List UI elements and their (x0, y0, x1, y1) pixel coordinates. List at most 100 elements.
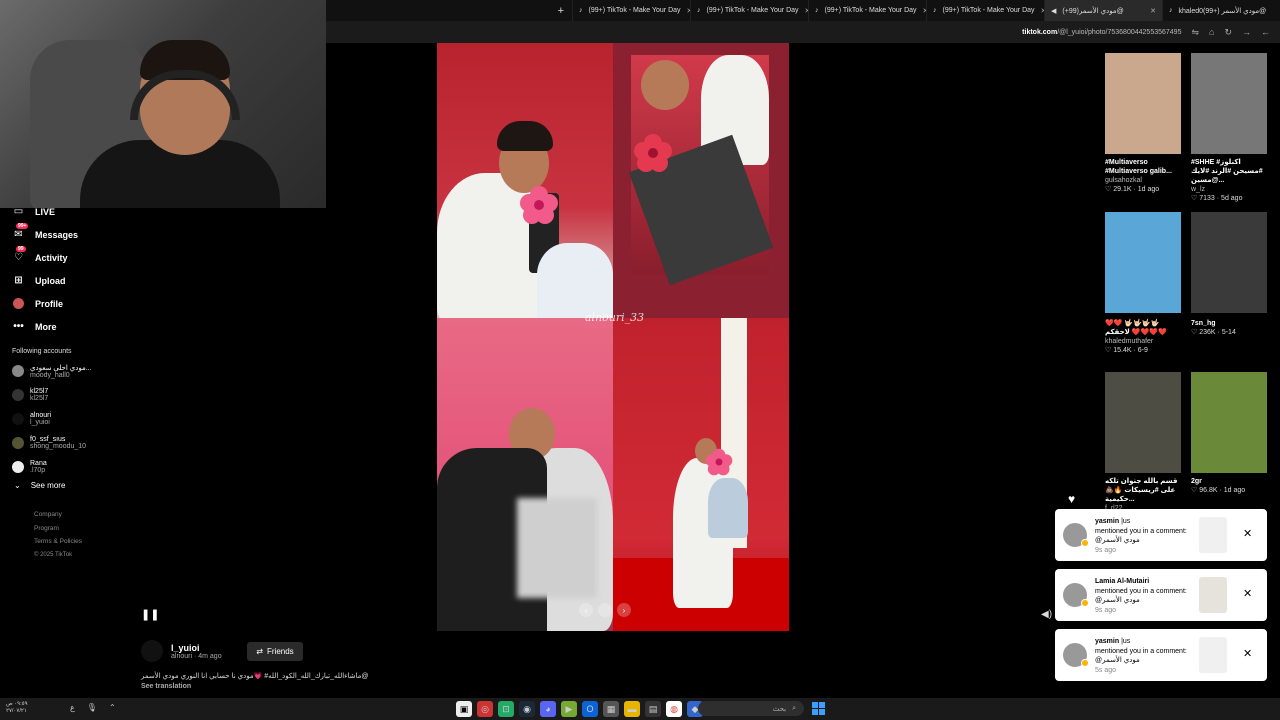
video-caption[interactable]: ❤️❤️ 🤟🏻🤟🏻🤟🏻🤟🏻 لاحقكم ❤️❤️❤️❤️ khaledmutha… (1105, 319, 1185, 355)
folder-icon[interactable]: ▬ (624, 701, 640, 717)
video-thumbnail[interactable] (1105, 372, 1181, 473)
volume-icon[interactable]: ◀) (1041, 609, 1052, 620)
tiktok-icon: ♪ (1169, 7, 1173, 14)
browser-tab[interactable]: ♪(99+) TikTok - Make Your Day✕ (808, 0, 926, 21)
home-icon[interactable]: ⌂ (1209, 27, 1214, 37)
author-username[interactable]: l_yuioi (171, 643, 222, 653)
app-icon[interactable]: ▣ (456, 701, 472, 717)
heart-icon: ♥ (1068, 492, 1076, 506)
new-tab-button[interactable]: + (550, 5, 572, 17)
post-photo[interactable]: alnouri_33 ‹ › (437, 43, 789, 631)
account-handle: moody_hall0 (30, 371, 70, 379)
back-icon[interactable]: ← (1261, 27, 1270, 37)
tab-label: (99+) TikTok - Make Your Day (824, 7, 917, 14)
post-author[interactable]: l_yuioi alnouri · 4m ago (141, 640, 222, 662)
address-bar[interactable]: tiktok.com/@l_yuioi/photo/75368004425535… (326, 21, 1280, 43)
tab-label: مودي الأسمر(99+)@ (1062, 7, 1124, 15)
sidebar-item-upload[interactable]: ⊞ Upload (0, 269, 135, 292)
language-indicator[interactable]: ع (70, 703, 75, 712)
taskbar-search[interactable]: بحث ⌕ (698, 701, 804, 716)
app-icon[interactable]: ◎ (477, 701, 493, 717)
sidebar-item-messages[interactable]: ✉ 99+ Messages (0, 223, 135, 246)
friends-button[interactable]: ⇄ Friends (247, 642, 303, 661)
tune-icon[interactable]: ⇋ (1191, 27, 1199, 38)
reload-icon[interactable]: ↻ (1224, 27, 1232, 38)
app-icon[interactable]: ⊡ (498, 701, 514, 717)
chevron-down-icon: ⌄ (14, 481, 21, 490)
browser-tab[interactable]: ♪(99+) TikTok - Make Your Day✕ (572, 0, 690, 21)
chevron-up-icon[interactable]: ⌃ (109, 703, 116, 712)
sidebar-item-label: LIVE (35, 206, 56, 217)
close-icon[interactable]: ✕ (1150, 7, 1156, 15)
video-caption[interactable]: #SHHE #اكنلوز #مسيحن #الرند #لايك @مسين.… (1191, 158, 1271, 203)
video-caption[interactable]: #Multiaverso #Multiaverso galib... gulsah… (1105, 158, 1185, 194)
footer-link-company[interactable]: Company (34, 508, 135, 522)
sidebar-item-live[interactable]: ▭ LIVE (0, 200, 135, 223)
sidebar-item-more[interactable]: ••• More (0, 315, 135, 338)
upload-icon: ⊞ (14, 275, 23, 286)
friends-label: Friends (267, 647, 294, 656)
video-thumbnail[interactable] (1105, 53, 1181, 154)
footer-link-terms[interactable]: Terms & Policies (34, 535, 135, 549)
following-account[interactable]: alnouri l_yuioi (0, 407, 135, 431)
video-thumbnail[interactable] (1191, 53, 1267, 154)
left-sidebar: ▭ LIVE ✉ 99+ Messages ♡ 99 Activity ⊞ Upload P… (0, 200, 135, 562)
footer-link-program[interactable]: Program (34, 522, 135, 536)
video-caption[interactable]: قسم بالله جنوان تلكه على #ريسيكات 🔥💩 حكي… (1105, 477, 1185, 513)
avatar[interactable] (141, 640, 163, 662)
notification-toast[interactable]: Lamia Al-Mutairi mentioned you in a comme… (1055, 569, 1267, 621)
following-title: Following accounts (12, 348, 72, 355)
following-account[interactable]: kl25l7 kl25l7 (0, 383, 135, 407)
video-thumbnail[interactable] (1191, 212, 1267, 313)
activity-badge: 99 (16, 246, 26, 252)
close-icon[interactable]: ✕ (1243, 647, 1252, 660)
close-icon[interactable]: ✕ (1243, 587, 1252, 600)
close-icon[interactable]: ✕ (1243, 527, 1252, 540)
notification-toast[interactable]: yasmin |us mentioned you in a comment: @م… (1055, 509, 1267, 561)
like-count: 15.4K (1113, 347, 1132, 354)
following-account[interactable]: Rana .l70p (0, 455, 135, 479)
notification-body: mentioned you in a comment: @مودي الأسمر (1095, 647, 1187, 665)
see-translation-link[interactable]: See translation (141, 683, 191, 690)
browser-tab[interactable]: ♪ khaled0(99+) مودي الأسمر@ (1162, 0, 1280, 21)
url-path: /@l_yuioi/photo/7536800442553567495 (1057, 28, 1182, 36)
tab-label: (99+) TikTok - Make Your Day (942, 7, 1035, 14)
discord-icon[interactable]: ◕ (540, 701, 556, 717)
browser-tab[interactable]: ♪(99+) TikTok - Make Your Day✕ (690, 0, 808, 21)
browser-tab-active[interactable]: ◀ مودي الأسمر(99+)@ ✕ (1044, 0, 1162, 21)
carousel-prev-icon[interactable]: ‹ (579, 603, 593, 617)
avatar (12, 413, 24, 425)
app-icon[interactable]: ▦ (603, 701, 619, 717)
following-account[interactable]: مودي احلى سعودي... moody_hall0 (0, 359, 135, 383)
see-more-button[interactable]: ⌄ See more (0, 481, 135, 490)
following-account[interactable]: f0_ssf_sıus shong_moodu_10 (0, 431, 135, 455)
app-icon[interactable]: ▤ (645, 701, 661, 717)
video-caption[interactable]: 7sn_hg ♡ 236K · 5-14 (1191, 319, 1271, 337)
search-icon: ⌕ (792, 704, 796, 712)
browser-tab[interactable]: ♪(99+) TikTok - Make Your Day✕ (926, 0, 1044, 21)
forward-icon[interactable]: → (1242, 27, 1251, 37)
microphone-icon[interactable]: 🎙 (87, 703, 97, 712)
video-thumbnail[interactable] (1191, 372, 1267, 473)
pause-icon[interactable]: ❚❚ (141, 608, 159, 621)
notification-time: 9s ago (1095, 606, 1117, 614)
clock[interactable]: ٠٩:٥٩ ص ٢٧/٠٧/٢١ (6, 701, 28, 715)
app-icon[interactable]: ▶ (561, 701, 577, 717)
video-stats: ♡ 29.1K · 1d ago (1105, 186, 1160, 193)
like-count: 7133 (1199, 195, 1215, 202)
windows-start-icon[interactable] (812, 702, 825, 715)
sidebar-item-activity[interactable]: ♡ 99 Activity (0, 246, 135, 269)
notification-body: mentioned you in a comment: @مودي الأسمر (1095, 587, 1187, 605)
chrome-icon[interactable]: ◍ (666, 701, 682, 717)
video-user: gulsahozkal (1105, 177, 1142, 184)
sidebar-item-profile[interactable]: Profile (0, 292, 135, 315)
notification-name: yasmin (1095, 638, 1120, 645)
video-thumbnail[interactable] (1105, 212, 1181, 313)
notification-toast[interactable]: yasmin |us mentioned you in a comment: @م… (1055, 629, 1267, 681)
carousel-next-icon[interactable]: › (617, 603, 631, 617)
video-caption[interactable]: 2gr ♡ 96.8K · 1d ago (1191, 477, 1271, 495)
steam-icon[interactable]: ◉ (519, 701, 535, 717)
url-text[interactable]: tiktok.com/@l_yuioi/photo/75368004425535… (1022, 29, 1181, 36)
outlook-icon[interactable]: O (582, 701, 598, 717)
carousel-dot[interactable] (598, 603, 612, 617)
